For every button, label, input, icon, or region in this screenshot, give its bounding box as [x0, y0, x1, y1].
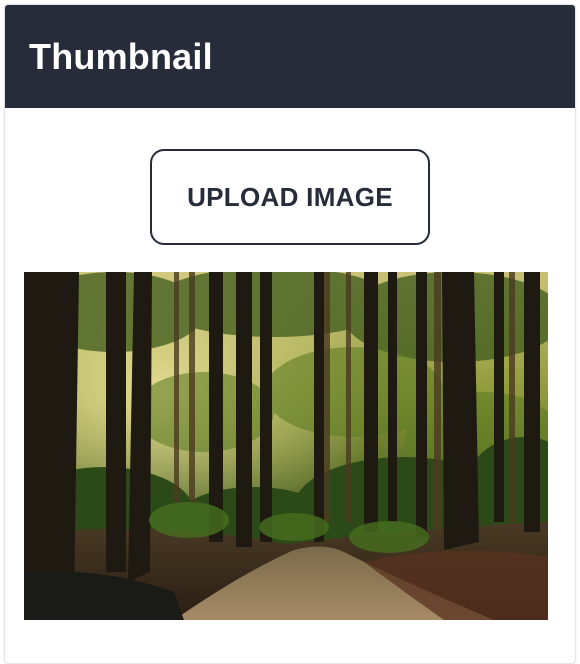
- card-header: Thumbnail: [5, 5, 575, 108]
- upload-area: UPLOAD IMAGE: [5, 108, 575, 245]
- thumbnail-image: [24, 272, 548, 620]
- upload-image-button[interactable]: UPLOAD IMAGE: [150, 149, 430, 245]
- card-title: Thumbnail: [29, 35, 213, 77]
- forest-path-image: [24, 272, 548, 620]
